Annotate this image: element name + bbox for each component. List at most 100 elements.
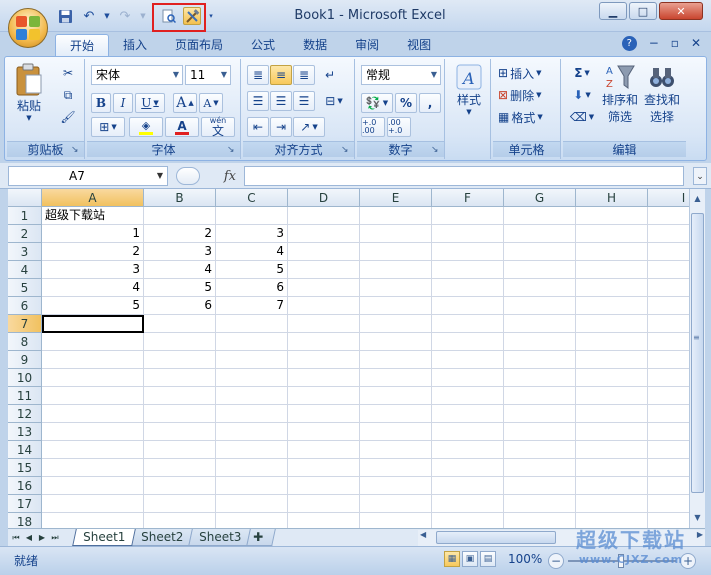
cell-b14[interactable] [144,441,216,459]
cell-i18[interactable] [648,513,689,528]
tab-page-layout[interactable]: 页面布局 [161,34,237,56]
find-select-button[interactable]: 查找和 选择 [641,63,683,125]
cell-i10[interactable] [648,369,689,387]
help-icon[interactable]: ? [621,36,637,51]
cell-a15[interactable] [42,459,144,477]
sheet-tab-sheet1[interactable]: Sheet1 [72,529,137,546]
borders-button[interactable]: ⊞ ▼ [91,117,125,137]
cell-f2[interactable] [432,225,504,243]
sort-filter-button[interactable]: AZ 排序和 筛选 [599,63,641,125]
cell-b10[interactable] [144,369,216,387]
select-all-corner[interactable] [8,189,42,207]
format-painter-button[interactable]: 🖌 [57,107,79,127]
align-bottom-button[interactable]: ≣ [293,65,315,85]
clear-button[interactable]: ⌫ ▼ [567,107,597,127]
cell-i12[interactable] [648,405,689,423]
row-header-14[interactable]: 14 [8,441,42,459]
cell-b1[interactable] [144,207,216,225]
office-button[interactable] [8,8,48,48]
tab-formulas[interactable]: 公式 [237,34,289,56]
italic-button[interactable]: I [113,93,133,113]
cell-c14[interactable] [216,441,288,459]
row-header-8[interactable]: 8 [8,333,42,351]
row-header-18[interactable]: 18 [8,513,42,528]
row-header-3[interactable]: 3 [8,243,42,261]
cell-c18[interactable] [216,513,288,528]
cell-f7[interactable] [432,315,504,333]
cell-h1[interactable] [576,207,648,225]
fill-color-button[interactable]: ◈ [129,117,163,137]
column-header-a[interactable]: A [42,189,144,207]
cell-a14[interactable] [42,441,144,459]
cell-c16[interactable] [216,477,288,495]
cell-d1[interactable] [288,207,360,225]
cell-b13[interactable] [144,423,216,441]
column-header-g[interactable]: G [504,189,576,207]
name-box[interactable]: A7 ▼ [8,166,168,186]
cell-h3[interactable] [576,243,648,261]
last-sheet-icon[interactable]: ⏭ [49,531,61,545]
cell-h5[interactable] [576,279,648,297]
cell-c11[interactable] [216,387,288,405]
cell-f5[interactable] [432,279,504,297]
cell-b17[interactable] [144,495,216,513]
cell-a17[interactable] [42,495,144,513]
grow-font-button[interactable]: A ▲ [173,93,197,113]
row-header-17[interactable]: 17 [8,495,42,513]
next-sheet-icon[interactable]: ▶ [36,531,48,545]
cell-h12[interactable] [576,405,648,423]
normal-view-button[interactable]: ▦ [444,551,460,567]
expand-formula-bar-icon[interactable]: ⌄ [693,167,707,185]
autosum-button[interactable]: Σ ▼ [567,63,597,83]
chevron-down-icon[interactable]: ▼ [104,7,110,25]
cell-h17[interactable] [576,495,648,513]
cell-d3[interactable] [288,243,360,261]
align-top-button[interactable]: ≣ [247,65,269,85]
cell-g6[interactable] [504,297,576,315]
cell-c10[interactable] [216,369,288,387]
cell-h11[interactable] [576,387,648,405]
cell-g2[interactable] [504,225,576,243]
row-header-10[interactable]: 10 [8,369,42,387]
cell-f12[interactable] [432,405,504,423]
font-size-combo[interactable]: 11 ▼ [185,65,231,85]
cell-g14[interactable] [504,441,576,459]
font-launcher-icon[interactable]: ↘ [227,145,237,155]
cell-i5[interactable] [648,279,689,297]
cell-a18[interactable] [42,513,144,528]
column-header-d[interactable]: D [288,189,360,207]
column-header-h[interactable]: H [576,189,648,207]
cell-a7[interactable] [42,315,144,333]
cell-d7[interactable] [288,315,360,333]
cell-b5[interactable]: 5 [144,279,216,297]
cell-a1[interactable]: 超级下载站 [42,207,144,225]
tab-insert[interactable]: 插入 [109,34,161,56]
cell-h15[interactable] [576,459,648,477]
cell-b6[interactable]: 6 [144,297,216,315]
underline-button[interactable]: U ▼ [135,93,165,113]
row-header-4[interactable]: 4 [8,261,42,279]
cell-e14[interactable] [360,441,432,459]
align-middle-button[interactable]: ≡ [270,65,292,85]
cell-e2[interactable] [360,225,432,243]
cell-g4[interactable] [504,261,576,279]
worksheet-grid[interactable]: A B C D E F G H I 1 超级下载站 2 1 2 3 3 2 3 4 4 3 4 5 5 4 5 6 6 5 6 7 7 8 9 10… [8,189,689,528]
cell-e10[interactable] [360,369,432,387]
format-cells-button[interactable]: ▦ 格式 ▼ [497,107,557,127]
cell-e11[interactable] [360,387,432,405]
ribbon-restore-icon[interactable]: ▫ [671,36,679,51]
increase-decimal-button[interactable]: +.0 .00 [361,117,385,137]
cell-i8[interactable] [648,333,689,351]
horizontal-scrollbar[interactable]: ◀ ▶ [418,530,705,546]
row-header-7[interactable]: 7 [8,315,42,333]
zoom-slider[interactable]: − + [548,551,698,571]
cell-a6[interactable]: 5 [42,297,144,315]
cell-f1[interactable] [432,207,504,225]
redo-icon[interactable]: ↷ [116,7,134,25]
row-header-15[interactable]: 15 [8,459,42,477]
ribbon-close-icon[interactable]: ✕ [691,36,701,51]
cell-g9[interactable] [504,351,576,369]
cell-d2[interactable] [288,225,360,243]
cell-g15[interactable] [504,459,576,477]
cell-b12[interactable] [144,405,216,423]
